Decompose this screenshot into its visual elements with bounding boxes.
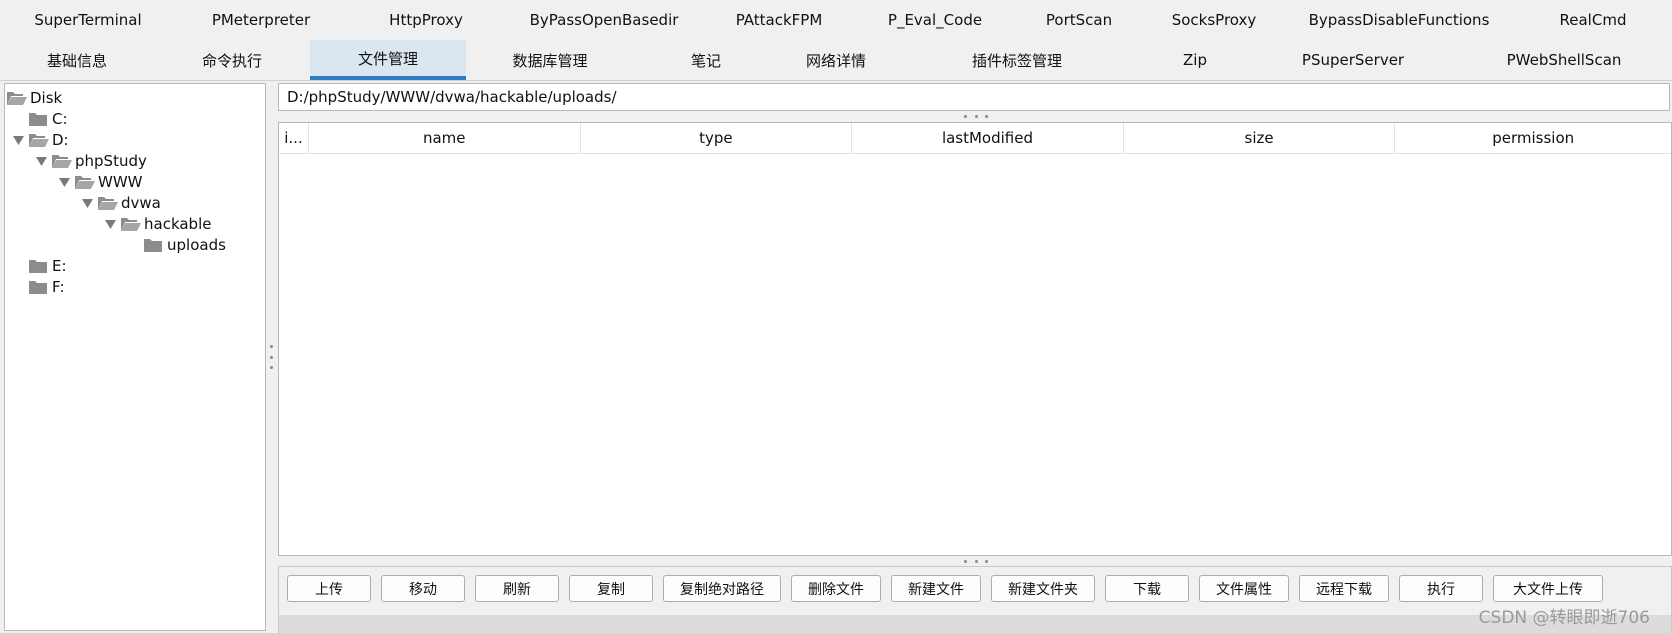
horizontal-scrollbar[interactable] bbox=[279, 615, 1671, 633]
directory-tree: Disk C: D: phpStudy WWW dvwa hackable uploads E:… bbox=[4, 83, 266, 631]
tree-node[interactable]: F: bbox=[11, 276, 65, 298]
main-tab-bar: 基础信息 命令执行 文件管理 数据库管理 笔记 网络详情 插件标签管理 Zip PSuperSe… bbox=[0, 40, 1672, 80]
tree-node-label: phpStudy bbox=[75, 152, 147, 170]
action-button-11[interactable]: 执行 bbox=[1399, 575, 1483, 602]
plugin-tab-5[interactable]: P_Eval_Code bbox=[856, 0, 1014, 40]
plugin-tab-6[interactable]: PortScan bbox=[1014, 0, 1144, 40]
tree-node-label: uploads bbox=[167, 236, 226, 254]
watermark: CSDN @转眼即逝706 bbox=[1478, 608, 1650, 628]
folder-open-icon bbox=[121, 216, 141, 232]
expand-arrow-icon[interactable] bbox=[103, 213, 117, 235]
main-tab-8[interactable]: PSuperServer bbox=[1250, 40, 1456, 80]
plugin-tab-0[interactable]: SuperTerminal bbox=[0, 0, 176, 40]
action-button-1[interactable]: 移动 bbox=[381, 575, 465, 602]
expand-arrow-icon[interactable] bbox=[34, 150, 48, 172]
tree-node-label: dvwa bbox=[121, 194, 161, 212]
expand-arrow-icon[interactable] bbox=[57, 171, 71, 193]
vertical-splitter-handle[interactable] bbox=[268, 345, 274, 369]
tree-node-label: WWW bbox=[98, 173, 143, 191]
plugin-tab-7[interactable]: SocksProxy bbox=[1144, 0, 1284, 40]
folder-icon bbox=[29, 258, 49, 274]
folder-open-icon bbox=[75, 174, 95, 190]
tree-node[interactable]: D: bbox=[11, 129, 69, 151]
tree-node-label: hackable bbox=[144, 215, 212, 233]
main-tab-3[interactable]: 数据库管理 bbox=[466, 40, 634, 80]
action-button-12[interactable]: 大文件上传 bbox=[1493, 575, 1603, 602]
tree-node[interactable]: phpStudy bbox=[34, 150, 147, 172]
action-button-9[interactable]: 文件属性 bbox=[1199, 575, 1289, 602]
expand-arrow-icon[interactable] bbox=[80, 192, 94, 214]
action-button-5[interactable]: 删除文件 bbox=[791, 575, 881, 602]
main-tab-1[interactable]: 命令执行 bbox=[154, 40, 310, 80]
plugin-tab-3[interactable]: ByPassOpenBasedir bbox=[506, 0, 702, 40]
main-tab-5[interactable]: 网络详情 bbox=[778, 40, 894, 80]
column-header-size[interactable]: size bbox=[1124, 123, 1396, 153]
tree-node[interactable]: Disk bbox=[7, 87, 62, 109]
plugin-tab-2[interactable]: HttpProxy bbox=[346, 0, 506, 40]
plugin-tab-8[interactable]: BypassDisableFunctions bbox=[1284, 0, 1514, 40]
main-tab-6[interactable]: 插件标签管理 bbox=[894, 40, 1140, 80]
folder-open-icon bbox=[7, 90, 27, 106]
tree-node[interactable]: WWW bbox=[57, 171, 143, 193]
action-button-6[interactable]: 新建文件 bbox=[891, 575, 981, 602]
column-header-index[interactable]: i... bbox=[279, 123, 309, 153]
column-header-name[interactable]: name bbox=[309, 123, 581, 153]
table-header: i... name type lastModified size permiss… bbox=[279, 123, 1671, 154]
folder-open-icon bbox=[29, 132, 49, 148]
table-splitter-handle[interactable] bbox=[964, 558, 988, 564]
tree-node-label: D: bbox=[52, 131, 69, 149]
action-button-3[interactable]: 复制 bbox=[569, 575, 653, 602]
tree-node-label: F: bbox=[52, 278, 65, 296]
file-table: i... name type lastModified size permiss… bbox=[278, 122, 1672, 556]
folder-open-icon bbox=[52, 153, 72, 169]
tree-node[interactable]: hackable bbox=[103, 213, 211, 235]
plugin-tab-bar: SuperTerminal PMeterpreter HttpProxy ByPass… bbox=[0, 0, 1672, 40]
tree-node[interactable]: dvwa bbox=[80, 192, 161, 214]
tree-node[interactable]: E: bbox=[11, 255, 67, 277]
action-button-10[interactable]: 远程下载 bbox=[1299, 575, 1389, 602]
action-button-7[interactable]: 新建文件夹 bbox=[991, 575, 1095, 602]
column-header-type[interactable]: type bbox=[581, 123, 853, 153]
action-button-8[interactable]: 下载 bbox=[1105, 575, 1189, 602]
folder-open-icon bbox=[98, 195, 118, 211]
folder-icon bbox=[144, 237, 164, 253]
column-header-last-modified[interactable]: lastModified bbox=[852, 123, 1124, 153]
action-button-bar: 上传 移动 刷新 复制 复制绝对路径 删除文件 新建文件 新建文件夹 下载 文件属性 远程下载 执行大… bbox=[278, 566, 1672, 633]
tree-node-label: C: bbox=[52, 110, 68, 128]
plugin-tab-9[interactable]: RealCmd bbox=[1514, 0, 1672, 40]
path-splitter-handle[interactable] bbox=[964, 113, 988, 119]
tree-node[interactable]: C: bbox=[11, 108, 68, 130]
expand-arrow-icon[interactable] bbox=[11, 129, 25, 151]
main-tab-0[interactable]: 基础信息 bbox=[0, 40, 154, 80]
tree-node[interactable]: uploads bbox=[126, 234, 226, 256]
tab-bar-divider bbox=[0, 80, 1672, 81]
plugin-tab-1[interactable]: PMeterpreter bbox=[176, 0, 346, 40]
main-tab-7[interactable]: Zip bbox=[1140, 40, 1250, 80]
action-button-2[interactable]: 刷新 bbox=[475, 575, 559, 602]
column-header-permission[interactable]: permission bbox=[1395, 123, 1671, 153]
main-tab-9[interactable]: PWebShellScan bbox=[1456, 40, 1672, 80]
path-input[interactable] bbox=[278, 83, 1670, 111]
main-tab-4[interactable]: 笔记 bbox=[634, 40, 778, 80]
folder-icon bbox=[29, 111, 49, 127]
action-button-4[interactable]: 复制绝对路径 bbox=[663, 575, 781, 602]
action-button-0[interactable]: 上传 bbox=[287, 575, 371, 602]
folder-icon bbox=[29, 279, 49, 295]
tree-node-label: Disk bbox=[30, 89, 63, 107]
main-tab-2[interactable]: 文件管理 bbox=[310, 40, 466, 80]
plugin-tab-4[interactable]: PAttackFPM bbox=[702, 0, 856, 40]
tree-node-label: E: bbox=[52, 257, 67, 275]
